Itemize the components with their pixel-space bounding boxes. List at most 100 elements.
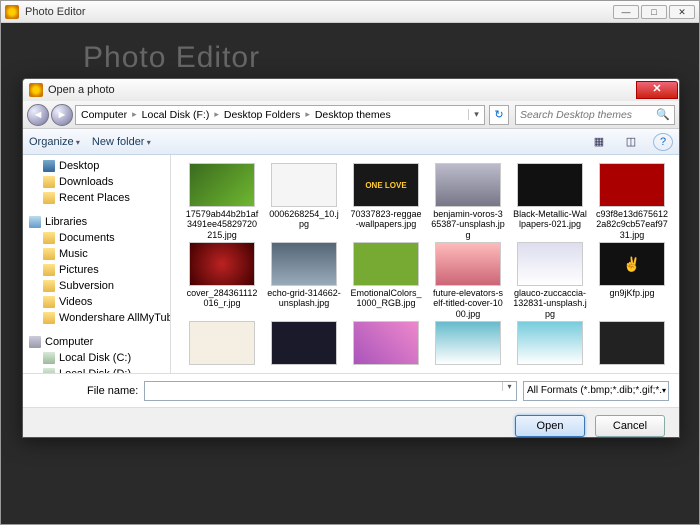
folder-icon <box>43 176 55 188</box>
preview-pane-button[interactable]: ◫ <box>621 133 641 151</box>
nav-back-button[interactable]: ◄ <box>27 104 49 126</box>
file-thumbnail[interactable] <box>267 321 341 367</box>
sidebar-item-desktop[interactable]: Desktop <box>23 158 170 174</box>
app-body: Photo Editor Open a photo ✕ ◄ ► Computer… <box>1 23 699 524</box>
app-icon <box>5 5 19 19</box>
app-titlebar[interactable]: Photo Editor — □ ✕ <box>1 1 699 23</box>
sidebar-item-recent-places[interactable]: Recent Places <box>23 190 170 206</box>
thumbnail-image <box>517 321 583 365</box>
thumbnail-label: echo-grid-314662-unsplash.jpg <box>267 288 341 309</box>
help-button[interactable]: ? <box>653 133 673 151</box>
thumbnail-image <box>189 321 255 365</box>
thumbnail-label: gn9jKfp.jpg <box>609 288 654 298</box>
thumbnail-label: benjamin-voros-365387-unsplash.jpg <box>431 209 505 240</box>
file-thumbnail[interactable] <box>513 321 587 367</box>
thumbnail-label: cover_284361112016_r.jpg <box>185 288 259 309</box>
nav-forward-button[interactable]: ► <box>51 104 73 126</box>
app-close-button[interactable]: ✕ <box>669 5 695 19</box>
dialog-nav-bar: ◄ ► Computer▸ Local Disk (F:)▸ Desktop F… <box>23 101 679 129</box>
thumbnail-image <box>189 242 255 286</box>
sidebar-item-videos[interactable]: Videos <box>23 294 170 310</box>
search-icon: 🔍 <box>652 108 674 121</box>
thumbnail-label: 0006268254_10.jpg <box>267 209 341 230</box>
maximize-button[interactable]: □ <box>641 5 667 19</box>
new-folder-button[interactable]: New folder <box>92 136 151 148</box>
file-thumbnail[interactable]: c93f8e13d6756122a82c9cb57eaf9731.jpg <box>595 163 669 240</box>
breadcrumb-recent-dropdown[interactable]: ▾ <box>468 109 484 120</box>
file-thumbnail[interactable] <box>595 321 669 367</box>
file-thumbnail[interactable] <box>431 321 505 367</box>
folder-icon <box>43 232 55 244</box>
sidebar-tree[interactable]: DesktopDownloadsRecent Places Libraries … <box>23 155 171 373</box>
file-thumbnail[interactable]: future-elevators-self-titled-cover-1000.… <box>431 242 505 319</box>
file-thumbnail[interactable]: glauco-zuccaccia-132831-unsplash.jpg <box>513 242 587 319</box>
file-list[interactable]: 17579ab44b2b1af3491ee45829720215.jpg 0006… <box>171 155 679 373</box>
breadcrumb-item[interactable]: Desktop themes <box>310 109 396 121</box>
dialog-close-button[interactable]: ✕ <box>636 81 678 99</box>
sidebar-drive[interactable]: Local Disk (D:) <box>23 366 170 373</box>
file-thumbnail[interactable]: echo-grid-314662-unsplash.jpg <box>267 242 341 319</box>
file-thumbnail[interactable]: ONE LOVE70337823-reggae-wallpapers.jpg <box>349 163 423 240</box>
app-title: Photo Editor <box>25 6 86 18</box>
dialog-icon <box>29 83 43 97</box>
dialog-titlebar[interactable]: Open a photo ✕ <box>23 79 679 101</box>
file-thumbnail[interactable]: Black-Metallic-Wallpapers-021.jpg <box>513 163 587 240</box>
sidebar-item-music[interactable]: Music <box>23 246 170 262</box>
filename-label: File name: <box>87 385 138 397</box>
chevron-down-icon: ▾ <box>662 386 666 395</box>
sidebar-libraries[interactable]: Libraries <box>23 214 170 230</box>
file-thumbnail[interactable]: EmotionalColors_1000_RGB.jpg <box>349 242 423 319</box>
folder-icon <box>43 280 55 292</box>
file-thumbnail[interactable]: benjamin-voros-365387-unsplash.jpg <box>431 163 505 240</box>
breadcrumb-item[interactable]: Local Disk (F:) <box>137 109 215 121</box>
drive-icon <box>43 352 55 364</box>
file-thumbnail[interactable] <box>349 321 423 367</box>
thumbnail-label: Black-Metallic-Wallpapers-021.jpg <box>513 209 587 230</box>
thumbnail-image <box>599 163 665 207</box>
thumbnail-image <box>517 242 583 286</box>
file-type-filter[interactable]: All Formats (*.bmp;*.dib;*.gif;*. ▾ <box>523 381 669 401</box>
file-thumbnail[interactable]: cover_284361112016_r.jpg <box>185 242 259 319</box>
thumbnail-image <box>353 321 419 365</box>
filename-input[interactable] <box>145 382 500 394</box>
organize-menu[interactable]: Organize <box>29 136 80 148</box>
folder-icon <box>43 264 55 276</box>
sidebar-computer[interactable]: Computer <box>23 334 170 350</box>
filename-dropdown-icon[interactable]: ▾ <box>502 382 516 391</box>
open-file-dialog: Open a photo ✕ ◄ ► Computer▸ Local Disk … <box>22 78 680 438</box>
breadcrumb-item[interactable]: Computer <box>76 109 132 121</box>
views-button[interactable]: ▦ <box>589 133 609 151</box>
dialog-main: DesktopDownloadsRecent Places Libraries … <box>23 155 679 373</box>
thumbnail-label: c93f8e13d6756122a82c9cb57eaf9731.jpg <box>595 209 669 240</box>
thumbnail-label: 17579ab44b2b1af3491ee45829720215.jpg <box>185 209 259 240</box>
sidebar-item-subversion[interactable]: Subversion <box>23 278 170 294</box>
breadcrumb-item[interactable]: Desktop Folders <box>219 109 305 121</box>
dialog-button-row: Open Cancel <box>23 407 679 438</box>
thumbnail-image <box>271 242 337 286</box>
dialog-filename-row: File name: ▾ All Formats (*.bmp;*.dib;*.… <box>23 373 679 407</box>
cancel-button[interactable]: Cancel <box>595 415 665 437</box>
filename-combobox[interactable]: ▾ <box>144 381 517 401</box>
file-thumbnail[interactable]: 0006268254_10.jpg <box>267 163 341 240</box>
sidebar-drive[interactable]: Local Disk (C:) <box>23 350 170 366</box>
file-thumbnail[interactable] <box>185 321 259 367</box>
breadcrumb-bar[interactable]: Computer▸ Local Disk (F:)▸ Desktop Folde… <box>75 105 485 125</box>
thumbnail-label: future-elevators-self-titled-cover-1000.… <box>431 288 505 319</box>
app-window: Photo Editor — □ ✕ Photo Editor Open a p… <box>0 0 700 525</box>
file-thumbnail[interactable]: ✌gn9jKfp.jpg <box>595 242 669 319</box>
open-button[interactable]: Open <box>515 415 585 437</box>
minimize-button[interactable]: — <box>613 5 639 19</box>
sidebar-item-documents[interactable]: Documents <box>23 230 170 246</box>
folder-icon <box>43 160 55 172</box>
search-box[interactable]: 🔍 <box>515 105 675 125</box>
refresh-button[interactable]: ↻ <box>489 105 509 125</box>
folder-icon <box>43 312 55 324</box>
sidebar-item-pictures[interactable]: Pictures <box>23 262 170 278</box>
file-thumbnail[interactable]: 17579ab44b2b1af3491ee45829720215.jpg <box>185 163 259 240</box>
search-input[interactable] <box>516 109 652 121</box>
sidebar-item-downloads[interactable]: Downloads <box>23 174 170 190</box>
sidebar-item-wondershare-allmytube[interactable]: Wondershare AllMyTube <box>23 310 170 326</box>
dialog-toolbar: Organize New folder ▦ ◫ ? <box>23 129 679 155</box>
thumbnail-image <box>271 163 337 207</box>
thumbnail-image <box>435 242 501 286</box>
